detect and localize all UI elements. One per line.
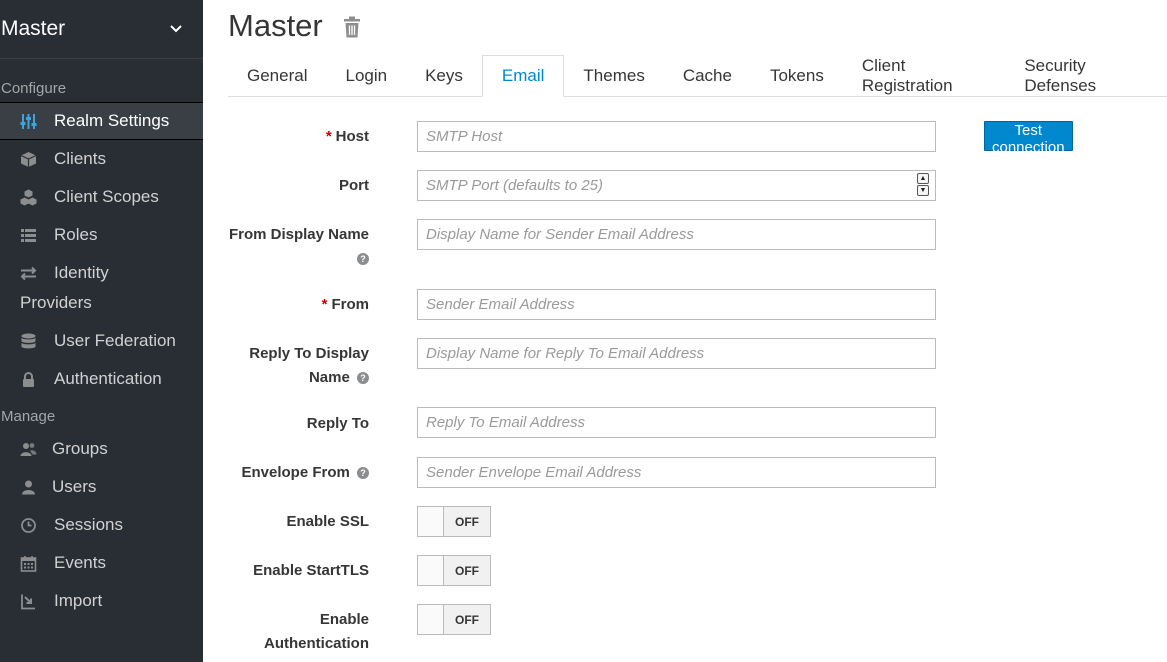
- page-title: Master: [228, 8, 323, 43]
- tab-security-defenses[interactable]: Security Defenses: [1005, 55, 1167, 97]
- chevron-down-icon: [170, 25, 182, 33]
- exchange-icon: [20, 265, 37, 282]
- sidebar-item-user-federation[interactable]: User Federation: [0, 322, 203, 360]
- sidebar-item-label: Realm Settings: [54, 111, 170, 130]
- sidebar-item-sessions[interactable]: Sessions: [0, 506, 203, 544]
- from-display-name-label: From Display Name?: [228, 226, 369, 266]
- tab-cache[interactable]: Cache: [664, 55, 751, 97]
- page-header: Master: [228, 8, 361, 44]
- sidebar-item-clients[interactable]: Clients: [0, 140, 203, 178]
- main-content: Master General Login Keys Email Themes C…: [203, 0, 1167, 662]
- enable-authentication-label: Enable Authentication: [264, 611, 369, 652]
- lock-icon: [20, 371, 37, 388]
- port-label: Port: [339, 177, 369, 194]
- section-label-configure: Configure: [1, 80, 67, 97]
- database-icon: [20, 333, 37, 350]
- users-icon: [20, 441, 37, 458]
- clock-icon: [20, 517, 37, 534]
- toggle-state: OFF: [455, 563, 479, 578]
- realm-selector[interactable]: Master: [0, 0, 203, 59]
- toggle-knob: [418, 507, 444, 536]
- sidebar-item-label: User Federation: [54, 331, 176, 350]
- sidebar-item-users[interactable]: Users: [0, 468, 203, 506]
- tab-client-registration[interactable]: Client Registration: [843, 55, 1006, 97]
- configure-nav: Realm Settings Clients Client Scopes Rol…: [0, 102, 203, 398]
- smtp-port-input[interactable]: [417, 170, 936, 201]
- realm-name: Master: [1, 17, 66, 40]
- sidebar-item-authentication[interactable]: Authentication: [0, 360, 203, 398]
- enable-starttls-toggle[interactable]: OFF: [417, 555, 491, 586]
- sidebar-item-label: Sessions: [54, 515, 123, 534]
- host-label: * Host: [325, 128, 369, 145]
- help-icon[interactable]: ?: [357, 253, 369, 266]
- sidebar-item-client-scopes[interactable]: Client Scopes: [0, 178, 203, 216]
- reply-to-display-name-label: Reply To Display Name ?: [249, 345, 369, 386]
- section-label-manage: Manage: [1, 408, 56, 425]
- cube-icon: [20, 151, 37, 168]
- required-marker: *: [325, 128, 332, 145]
- sidebar-item-events[interactable]: Events: [0, 544, 203, 582]
- manage-nav: Groups Users Sessions Events Import: [0, 430, 203, 620]
- reply-to-label: Reply To: [306, 415, 369, 432]
- cubes-icon: [20, 189, 37, 206]
- smtp-host-input[interactable]: [417, 121, 936, 152]
- tab-login[interactable]: Login: [326, 55, 406, 97]
- envelope-from-input[interactable]: [417, 457, 936, 488]
- import-icon: [20, 593, 37, 610]
- list-icon: [20, 227, 37, 244]
- sidebar-item-identity-providers[interactable]: Identity Providers: [0, 254, 203, 322]
- sidebar-item-label: Users: [52, 477, 97, 496]
- sidebar-item-groups[interactable]: Groups: [0, 430, 203, 468]
- tab-themes[interactable]: Themes: [564, 55, 663, 97]
- enable-ssl-label: Enable SSL: [286, 513, 369, 530]
- app-window: Master Configure Realm Settings Clients: [0, 0, 1167, 662]
- help-icon[interactable]: ?: [357, 372, 369, 385]
- sidebar-item-label: Identity: [54, 263, 109, 282]
- envelope-from-label: Envelope From ?: [203, 461, 369, 485]
- sidebar-item-label: Groups: [52, 439, 108, 458]
- from-email-input[interactable]: [417, 289, 936, 320]
- tab-tokens[interactable]: Tokens: [751, 55, 843, 97]
- user-icon: [20, 479, 37, 496]
- toggle-knob: [418, 605, 444, 634]
- required-marker: *: [321, 296, 328, 313]
- help-icon[interactable]: ?: [357, 467, 369, 480]
- port-stepper[interactable]: ▲ ▼: [917, 173, 929, 197]
- reply-to-input[interactable]: [417, 407, 936, 438]
- enable-ssl-toggle[interactable]: OFF: [417, 506, 491, 537]
- smtp-port-field: ▲ ▼: [417, 170, 936, 201]
- tab-general[interactable]: General: [228, 55, 326, 97]
- sidebar-item-label: Authentication: [54, 369, 162, 388]
- trash-icon[interactable]: [343, 16, 361, 38]
- toggle-knob: [418, 556, 444, 585]
- toggle-state: OFF: [455, 612, 479, 627]
- sidebar-item-label: Roles: [54, 225, 98, 244]
- reply-to-display-name-input[interactable]: [417, 338, 936, 369]
- tab-keys[interactable]: Keys: [406, 55, 482, 97]
- sidebar-item-label: Import: [54, 591, 103, 610]
- toggle-state: OFF: [455, 514, 479, 529]
- sidebar-item-import[interactable]: Import: [0, 582, 203, 620]
- sliders-icon: [20, 113, 37, 130]
- from-label: * From: [321, 296, 369, 313]
- from-display-name-input[interactable]: [417, 219, 936, 250]
- stepper-up-icon[interactable]: ▲: [917, 173, 929, 184]
- sidebar-item-realm-settings[interactable]: Realm Settings: [0, 102, 203, 140]
- sidebar-item-label: Clients: [54, 149, 106, 168]
- tab-email[interactable]: Email: [481, 55, 565, 97]
- enable-authentication-toggle[interactable]: OFF: [417, 604, 491, 635]
- test-connection-button[interactable]: Test connection: [984, 121, 1073, 156]
- stepper-down-icon[interactable]: ▼: [917, 185, 929, 196]
- enable-starttls-label: Enable StartTLS: [253, 562, 369, 579]
- sidebar-item-label: Events: [54, 553, 106, 572]
- calendar-icon: [20, 555, 37, 572]
- sidebar-item-label-cont: Providers: [20, 293, 92, 312]
- sidebar-item-label: Client Scopes: [54, 187, 159, 206]
- settings-tabs: General Login Keys Email Themes Cache To…: [228, 55, 1167, 97]
- sidebar: Master Configure Realm Settings Clients: [0, 0, 203, 662]
- sidebar-item-roles[interactable]: Roles: [0, 216, 203, 254]
